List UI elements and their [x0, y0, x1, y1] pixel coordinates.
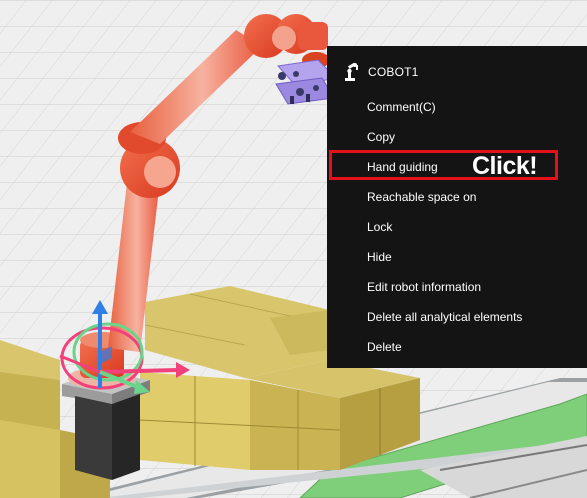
click-annotation: Click! [472, 152, 538, 180]
menu-item-copy[interactable]: Copy [367, 127, 395, 147]
menu-item-reachable-space[interactable]: Reachable space on [367, 187, 476, 207]
menu-item-edit-robot-information[interactable]: Edit robot information [367, 277, 481, 297]
menu-item-delete[interactable]: Delete [367, 337, 402, 357]
context-menu-header: COBOT1 [327, 60, 587, 86]
robot-context-menu: COBOT1 Comment(C) Copy Hand guiding Reac… [327, 46, 587, 368]
robot-arm-icon [345, 62, 358, 81]
menu-item-comment[interactable]: Comment(C) [367, 97, 436, 117]
context-menu-title: COBOT1 [368, 65, 419, 79]
menu-item-lock[interactable]: Lock [367, 217, 392, 237]
menu-item-hide[interactable]: Hide [367, 247, 392, 267]
menu-item-delete-all-analytical-elements[interactable]: Delete all analytical elements [367, 307, 522, 327]
